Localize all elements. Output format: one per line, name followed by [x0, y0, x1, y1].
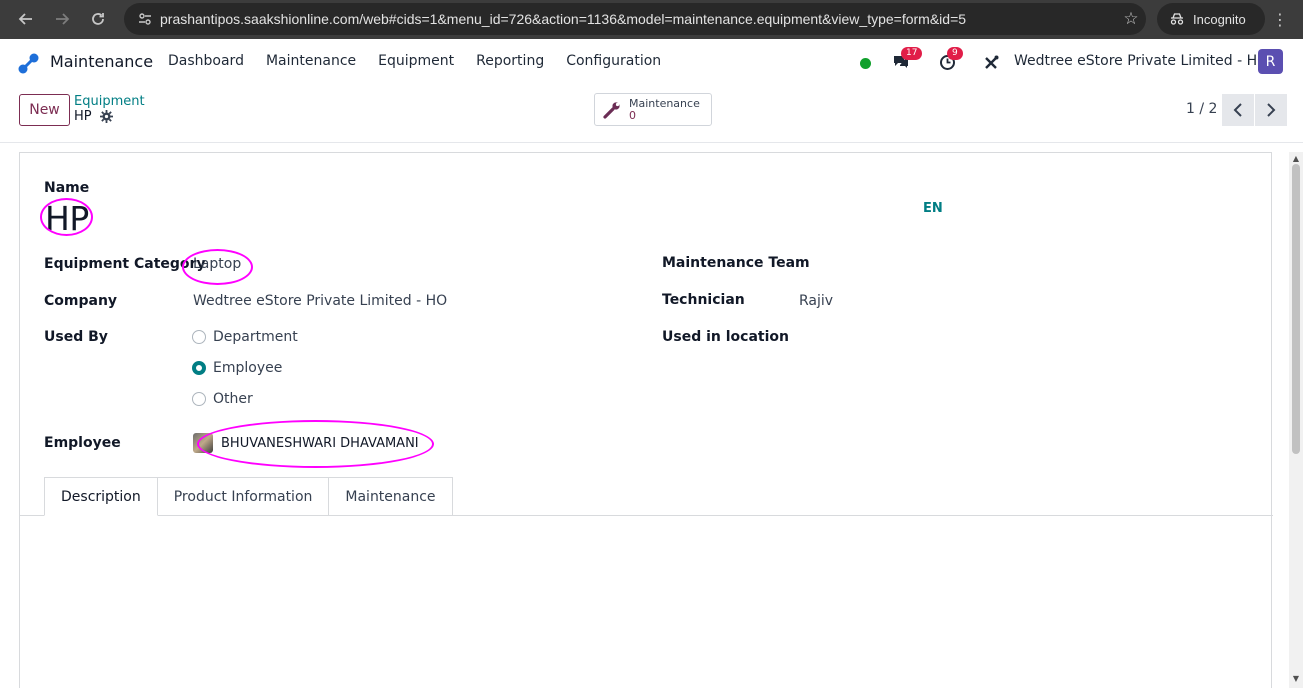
incognito-icon [1170, 13, 1184, 25]
gear-icon[interactable] [99, 110, 113, 123]
name-label: Name [44, 180, 90, 196]
address-bar[interactable]: prashantipos.saakshionline.com/web#cids=… [124, 3, 1146, 35]
smart-button-label: Maintenance [629, 96, 700, 110]
back-arrow-icon[interactable] [12, 5, 40, 33]
menu-equipment[interactable]: Equipment [378, 53, 454, 69]
radio-department-label: Department [213, 329, 298, 345]
systray: 17 9 [860, 47, 1003, 75]
language-button[interactable]: EN [923, 201, 943, 216]
page-scrollbar[interactable]: ▲ ▼ [1289, 152, 1303, 688]
radio-employee[interactable]: Employee [192, 360, 282, 376]
maintenance-smart-button[interactable]: Maintenance 0 [594, 93, 712, 126]
reload-icon[interactable] [84, 5, 112, 33]
company-switcher[interactable]: Wedtree eStore Private Limited - HO [1014, 53, 1268, 69]
app-logo-icon[interactable] [17, 51, 41, 75]
url-text: prashantipos.saakshionline.com/web#cids=… [160, 11, 967, 27]
company-field[interactable]: Wedtree eStore Private Limited - HO [193, 293, 447, 309]
radio-other-label: Other [213, 391, 253, 407]
browser-toolbar: prashantipos.saakshionline.com/web#cids=… [0, 0, 1303, 39]
online-status-icon [860, 57, 871, 69]
incognito-badge[interactable]: Incognito [1157, 3, 1265, 35]
browser-menu-icon[interactable]: ⋮ [1270, 5, 1290, 33]
radio-other[interactable]: Other [192, 391, 253, 407]
site-info-icon[interactable] [130, 11, 160, 27]
employee-label: Employee [44, 435, 121, 451]
company-label: Company [44, 293, 118, 309]
bookmark-star-icon[interactable]: ☆ [1116, 9, 1146, 29]
scrollbar-thumb[interactable] [1292, 164, 1300, 454]
technician-label: Technician [662, 292, 745, 308]
notebook-tabs: Description Product Information Maintena… [44, 477, 453, 516]
app-name[interactable]: Maintenance [50, 52, 153, 71]
breadcrumb-parent[interactable]: Equipment [74, 94, 145, 109]
activities-badge: 9 [947, 47, 963, 60]
smart-button-count: 0 [629, 108, 636, 122]
employee-name: BHUVANESHWARI DHAVAMANI [221, 435, 419, 451]
tab-product-information[interactable]: Product Information [157, 477, 330, 516]
user-avatar[interactable]: R [1258, 49, 1283, 74]
wrench-icon [595, 100, 629, 120]
activities-clock-icon[interactable]: 9 [935, 47, 963, 74]
menu-configuration[interactable]: Configuration [566, 53, 661, 69]
employee-avatar [193, 433, 213, 453]
tools-icon[interactable] [979, 50, 1003, 74]
menu-maintenance[interactable]: Maintenance [266, 53, 356, 69]
breadcrumb-current-label: HP [74, 109, 92, 124]
app-navbar: Maintenance Dashboard Maintenance Equipm… [0, 39, 1303, 85]
messages-icon[interactable]: 17 [889, 47, 923, 74]
tab-description[interactable]: Description [44, 477, 158, 516]
pager-value[interactable]: 1 / 2 [1186, 101, 1217, 117]
new-button[interactable]: New [19, 94, 70, 126]
menu-dashboard[interactable]: Dashboard [168, 53, 244, 69]
forward-arrow-icon[interactable] [48, 5, 76, 33]
form-sheet: Name HP EN Equipment Category Laptop Com… [19, 152, 1273, 688]
tab-maintenance[interactable]: Maintenance [329, 477, 453, 516]
main-menu: Dashboard Maintenance Equipment Reportin… [168, 53, 661, 69]
scroll-down-icon[interactable]: ▼ [1291, 674, 1301, 684]
name-field[interactable]: HP [45, 199, 89, 238]
maintenance-team-label: Maintenance Team [662, 255, 810, 271]
breadcrumb-current: HP [74, 109, 113, 124]
messages-badge: 17 [901, 47, 923, 60]
equipment-category-label: Equipment Category [44, 256, 206, 272]
pager-previous-button[interactable] [1222, 94, 1254, 126]
scroll-up-icon[interactable]: ▲ [1291, 154, 1301, 164]
radio-employee-circle[interactable] [192, 361, 206, 375]
employee-field[interactable]: BHUVANESHWARI DHAVAMANI [193, 433, 419, 453]
radio-other-circle[interactable] [192, 392, 206, 406]
incognito-label: Incognito [1193, 11, 1246, 27]
used-by-label: Used By [44, 329, 108, 345]
radio-employee-label: Employee [213, 360, 283, 376]
chevron-right-icon [1267, 103, 1276, 117]
technician-field[interactable]: Rajiv [799, 293, 833, 309]
equipment-category-field[interactable]: Laptop [193, 256, 241, 272]
pager-next-button[interactable] [1255, 94, 1287, 126]
radio-department-circle[interactable] [192, 330, 206, 344]
used-in-location-label: Used in location [662, 329, 789, 345]
radio-department[interactable]: Department [192, 329, 298, 345]
chevron-left-icon [1233, 103, 1242, 117]
control-panel: New Equipment HP Maintenance 0 1 / 2 [0, 85, 1303, 143]
menu-reporting[interactable]: Reporting [476, 53, 544, 69]
